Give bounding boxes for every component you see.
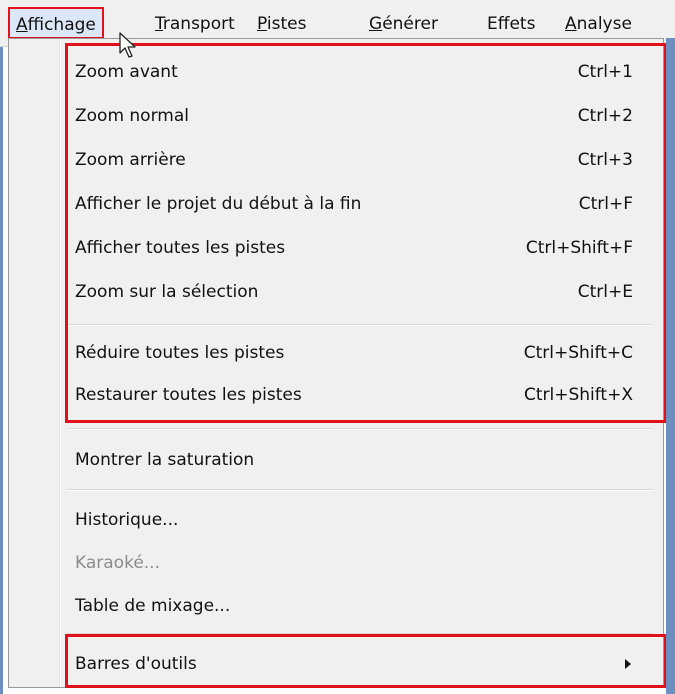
menu-item-table-mixage[interactable]: Table de mixage... — [67, 586, 641, 626]
icon-gutter-divider — [59, 39, 61, 687]
mouse-pointer-icon — [119, 32, 136, 58]
effets-label: ets — [509, 14, 536, 34]
menu-item-label: Montrer la saturation — [75, 450, 255, 470]
menu-item-karaoke: Karaoké... — [67, 543, 641, 583]
menu-effets[interactable]: Effets — [487, 12, 535, 36]
affichage-mnemonic: A — [16, 15, 28, 35]
affichage-label: ffichage — [27, 15, 96, 35]
analyse-label: nalyse — [576, 14, 632, 34]
window-edge-left — [0, 0, 3, 694]
menu-analyse[interactable]: Analyse — [565, 12, 632, 36]
menu-separator — [67, 489, 653, 491]
effets-label-start: Ef — [487, 14, 510, 34]
transport-mnemonic: T — [155, 14, 163, 34]
affichage-dropdown: Zoom avant Ctrl+1 Zoom normal Ctrl+2 Zoom … — [8, 38, 667, 688]
highlight-box-toolbars — [65, 634, 667, 688]
transport-label: ransport — [162, 14, 235, 34]
generer-label: énérer — [382, 14, 438, 34]
menu-pistes[interactable]: Pistes — [257, 12, 306, 36]
menu-transport[interactable]: Transport — [155, 12, 235, 36]
analyse-mnemonic: A — [565, 14, 577, 34]
menu-affichage[interactable]: Affichage — [8, 7, 104, 39]
menu-item-historique[interactable]: Historique... — [67, 500, 641, 540]
window-edge-right — [666, 38, 675, 694]
menu-separator — [67, 428, 653, 430]
generer-mnemonic: G — [369, 14, 383, 34]
pistes-mnemonic: P — [257, 14, 267, 34]
menu-item-montrer-saturation[interactable]: Montrer la saturation — [67, 440, 641, 480]
menu-item-label: Table de mixage... — [75, 596, 231, 616]
pistes-label: istes — [266, 14, 307, 34]
highlight-box-zoom-group — [65, 43, 667, 423]
menu-item-label: Historique... — [75, 510, 179, 530]
menu-item-label: Karaoké... — [75, 553, 160, 573]
menu-generer[interactable]: Générer — [369, 12, 438, 36]
